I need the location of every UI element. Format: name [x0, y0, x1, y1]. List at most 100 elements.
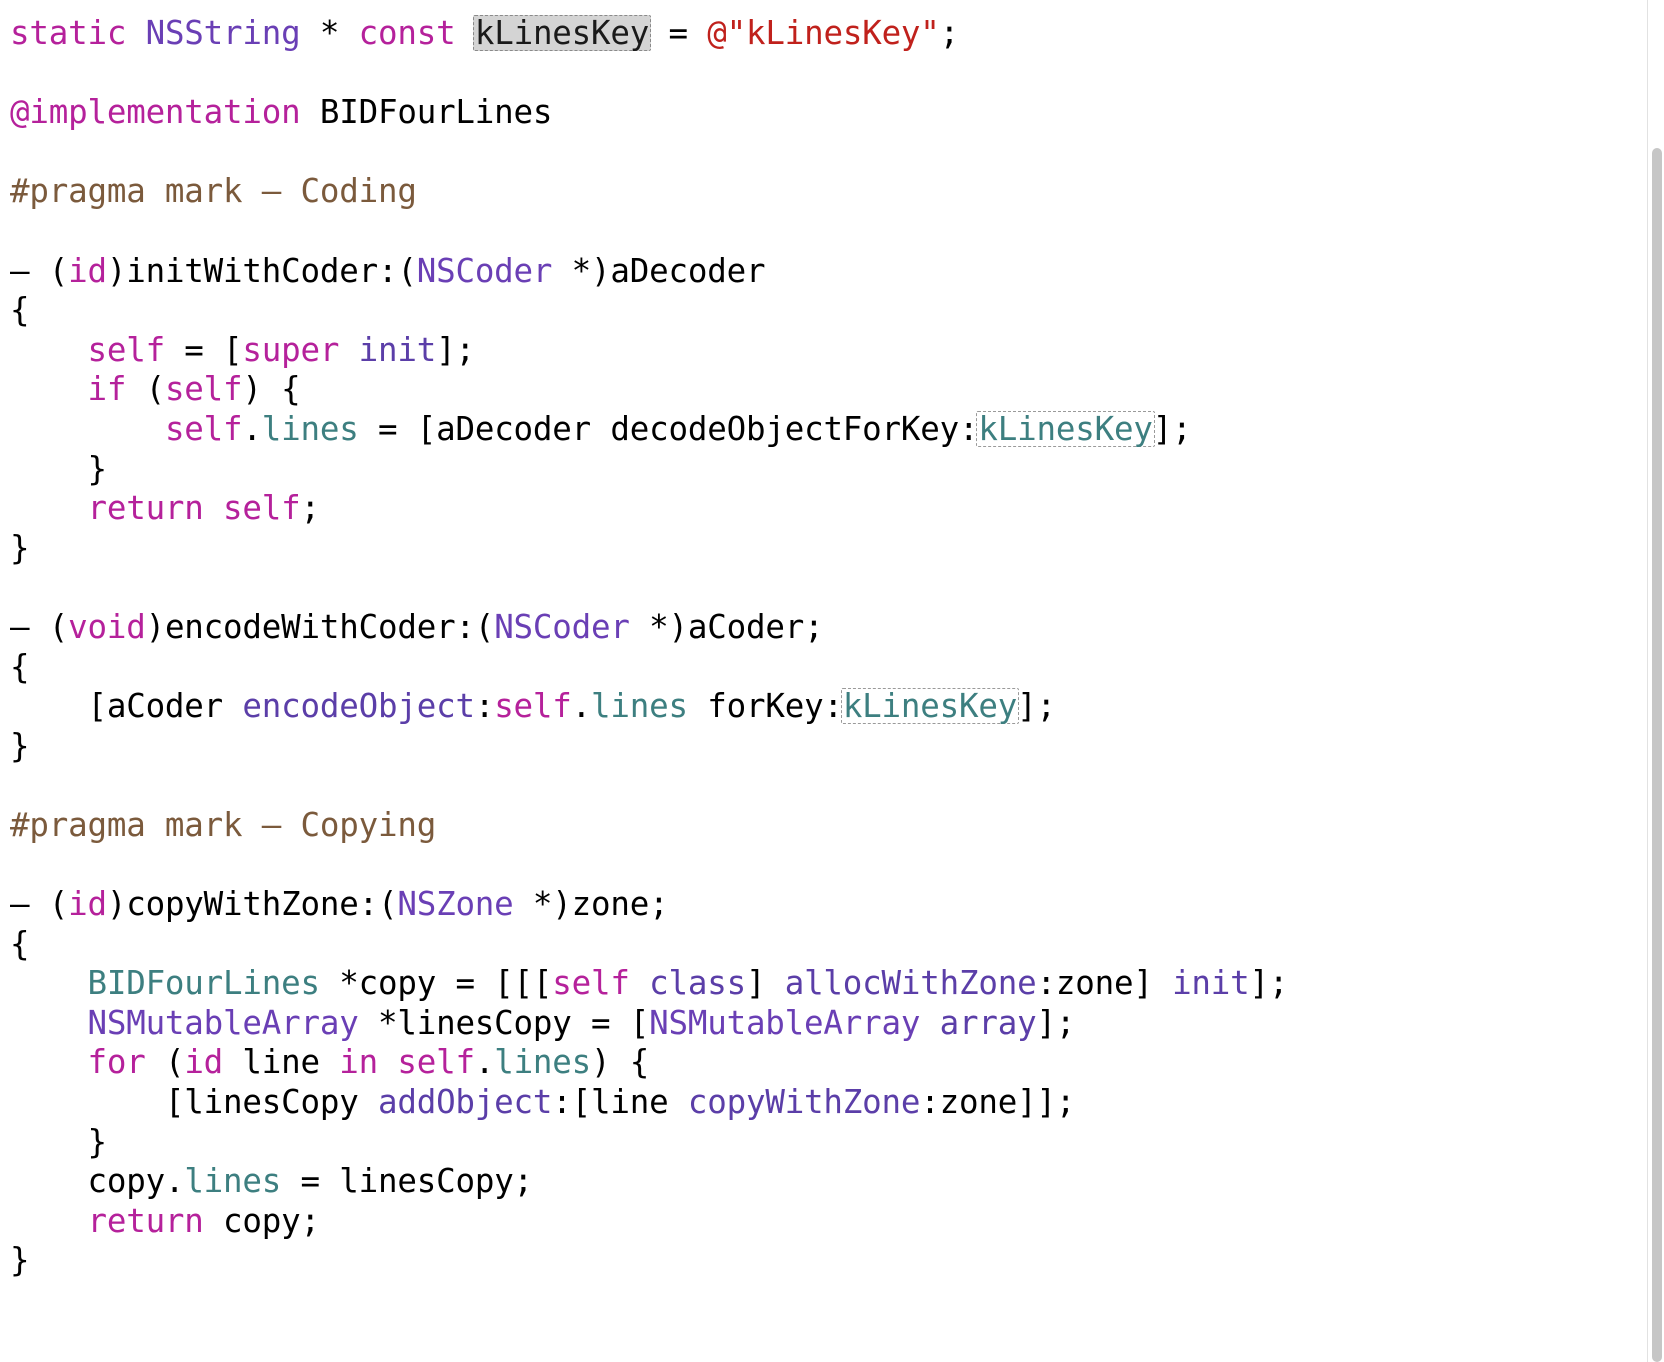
code-line[interactable]: }: [10, 1241, 1620, 1281]
code-token: BIDFourLines: [300, 93, 553, 132]
code-line[interactable]: return copy;: [10, 1202, 1620, 1242]
vertical-scrollbar[interactable]: [1647, 0, 1664, 1362]
code-line[interactable]: [10, 212, 1620, 252]
code-token: }: [10, 726, 30, 765]
code-line[interactable]: #pragma mark – Coding: [10, 172, 1620, 212]
code-line[interactable]: [linesCopy addObject:[line copyWithZone:…: [10, 1083, 1620, 1123]
code-line[interactable]: BIDFourLines *copy = [[[self class] allo…: [10, 964, 1620, 1004]
code-token: ;: [939, 14, 960, 52]
code-line[interactable]: #pragma mark – Copying: [10, 806, 1620, 846]
code-token: copy;: [203, 1201, 320, 1240]
code-token: .: [242, 409, 262, 448]
code-token: self: [552, 964, 630, 1003]
code-token: NSString: [145, 14, 301, 52]
code-token: }: [10, 1122, 107, 1161]
code-line[interactable]: – (id)copyWithZone:(NSZone *)zone;: [10, 885, 1620, 925]
code-line[interactable]: – (void)encodeWithCoder:(NSCoder *)aCode…: [10, 608, 1620, 648]
code-token: ;: [300, 489, 321, 528]
code-line[interactable]: [10, 133, 1620, 173]
code-line[interactable]: }: [10, 450, 1620, 490]
code-token: (: [145, 1043, 185, 1082]
code-token: lines: [184, 1162, 282, 1201]
code-line[interactable]: self.lines = [aDecoder decodeObjectForKe…: [10, 410, 1620, 450]
code-token: @implementation: [10, 93, 301, 132]
code-line[interactable]: NSMutableArray *linesCopy = [NSMutableAr…: [10, 1004, 1620, 1044]
code-token: super: [242, 330, 340, 369]
code-token: addObject: [377, 1083, 553, 1122]
code-line[interactable]: }: [10, 727, 1620, 767]
code-token: )copyWithZone:(: [106, 885, 398, 924]
code-token: if: [87, 370, 127, 409]
code-token: )encodeWithCoder:(: [145, 607, 495, 646]
code-token: ];: [1036, 1003, 1076, 1042]
code-token: NSMutableArray: [649, 1003, 921, 1042]
code-line[interactable]: @implementation BIDFourLines: [10, 93, 1620, 133]
code-token: const: [358, 14, 456, 52]
code-token: = linesCopy;: [281, 1162, 534, 1201]
code-token: *copy = [[[: [319, 964, 553, 1003]
code-token: NSCoder: [416, 251, 553, 290]
rename-token-active[interactable]: kLinesKey: [472, 15, 652, 51]
code-line[interactable]: {: [10, 648, 1620, 688]
code-editor[interactable]: static NSString * const kLinesKey = @"kL…: [0, 0, 1664, 1362]
code-token: .: [474, 1043, 495, 1082]
code-token: =: [649, 14, 708, 52]
code-token: return: [87, 489, 204, 528]
code-token: self: [223, 489, 301, 528]
code-token: *: [300, 14, 359, 52]
rename-token-scope[interactable]: kLinesKey: [840, 688, 1020, 725]
source-code-area[interactable]: static NSString * const kLinesKey = @"kL…: [0, 0, 1620, 1281]
code-line[interactable]: [10, 568, 1620, 608]
code-token: ];: [1152, 409, 1192, 448]
code-line[interactable]: [10, 54, 1620, 94]
code-line[interactable]: self = [super init];: [10, 331, 1620, 371]
code-line[interactable]: }: [10, 1123, 1620, 1163]
code-token: *linesCopy = [: [358, 1003, 650, 1042]
code-line[interactable]: for (id line in self.lines) {: [10, 1043, 1620, 1083]
code-token: @"kLinesKey": [707, 14, 940, 52]
code-token: {: [10, 924, 30, 963]
code-line[interactable]: [aCoder encodeObject:self.lines forKey:k…: [10, 687, 1620, 727]
code-token: ];: [1017, 687, 1056, 726]
scrollbar-thumb[interactable]: [1652, 148, 1662, 1362]
code-token: NSCoder: [494, 607, 630, 646]
code-token: lines: [494, 1043, 592, 1082]
code-line[interactable]: [10, 766, 1620, 806]
code-line[interactable]: }: [10, 529, 1620, 569]
code-line[interactable]: {: [10, 291, 1620, 331]
code-token: ];: [1249, 964, 1289, 1003]
code-token: self: [164, 370, 243, 409]
code-line[interactable]: return self;: [10, 489, 1620, 529]
code-token: *)zone;: [513, 885, 669, 924]
code-line[interactable]: [10, 845, 1620, 885]
code-token: init: [358, 330, 437, 369]
code-token: self: [87, 330, 165, 369]
code-line[interactable]: {: [10, 925, 1620, 965]
code-token: ];: [436, 330, 475, 369]
code-line[interactable]: – (id)initWithCoder:(NSCoder *)aDecoder: [10, 252, 1620, 292]
code-line[interactable]: if (self) {: [10, 370, 1620, 410]
code-token: lines: [591, 687, 688, 726]
code-token: in: [339, 1043, 378, 1082]
rename-token-scope[interactable]: kLinesKey: [976, 410, 1155, 447]
code-token: ]: [745, 964, 785, 1003]
code-token: id: [184, 1043, 224, 1082]
code-line[interactable]: copy.lines = linesCopy;: [10, 1162, 1620, 1202]
code-token: {: [10, 291, 30, 330]
code-token: *)aCoder;: [629, 607, 824, 646]
code-token: id: [68, 251, 107, 290]
code-token: BIDFourLines: [87, 964, 320, 1003]
code-line[interactable]: static NSString * const kLinesKey = @"kL…: [10, 14, 1620, 54]
code-token: ) {: [242, 370, 301, 409]
